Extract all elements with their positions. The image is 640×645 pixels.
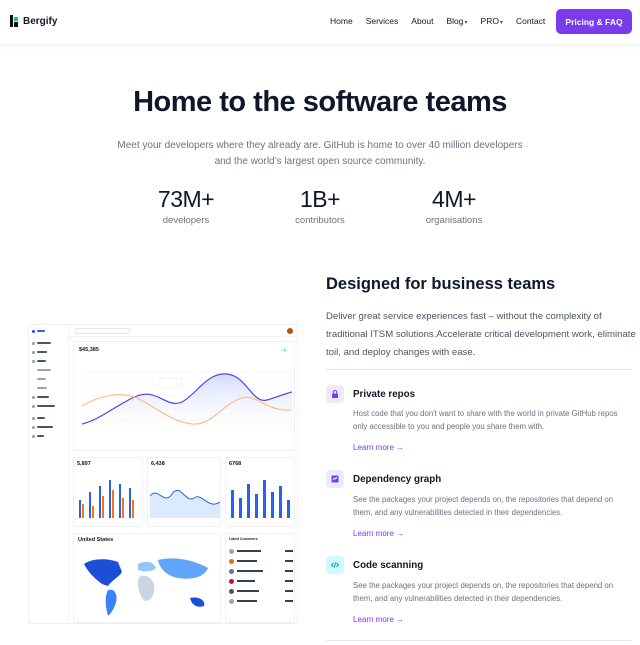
mockup-customers-card: Latest Customers (225, 533, 295, 623)
mockup-line-chart (82, 371, 292, 436)
dependency-graph-icon (326, 470, 344, 488)
features-title: Designed for business teams (326, 275, 556, 293)
code-icon (326, 556, 344, 574)
learn-more-link-private-repos[interactable]: Learn more → (353, 443, 404, 452)
stat-value: 73M+ (157, 186, 215, 212)
stat-label: developers (162, 215, 210, 226)
nav-link-contact[interactable]: Contact (516, 16, 545, 26)
mockup-map-card: United States (73, 533, 221, 623)
avatar (287, 328, 293, 334)
nav-link-about[interactable]: About (411, 16, 433, 26)
mockup-line-card: $45,385 ▲ (73, 341, 295, 451)
world-map-graphic (84, 558, 208, 616)
hero-subtitle: Meet your developers where they already … (117, 140, 523, 167)
stat-label: contributors (295, 215, 345, 226)
nav-links: Home Services About Blog▾ PRO▾ Contact (330, 16, 558, 26)
hero-title: Home to the software teams (133, 86, 507, 118)
stat-label: organisations (425, 215, 483, 226)
nav-link-services[interactable]: Services (366, 16, 399, 26)
features-description: Deliver great service experiences fast –… (326, 311, 636, 358)
chevron-down-icon: ▾ (464, 20, 468, 26)
chevron-down-icon: ▾ (499, 20, 503, 26)
feature-desc-private-repos: Host code that you don't want to share w… (353, 409, 618, 431)
mockup-topbar (69, 325, 297, 337)
learn-more-link-dependency-graph[interactable]: Learn more → (353, 529, 404, 538)
pricing-faq-button[interactable]: Pricing & FAQ (556, 9, 632, 34)
stat-value: 4M+ (432, 186, 476, 212)
lock-icon (326, 385, 344, 403)
nav-link-blog[interactable]: Blog▾ (447, 16, 468, 26)
mockup-bar-card-2: 6768 (225, 457, 295, 527)
divider (326, 369, 631, 370)
bergify-logo-icon (10, 15, 18, 27)
mockup-area-card: 6,438 (147, 457, 221, 527)
feature-title-code-scanning: Code scanning (353, 560, 424, 571)
divider (326, 640, 631, 641)
feature-desc-dependency-graph: See the packages your project depends on… (353, 495, 614, 517)
feature-title-private-repos: Private repos (353, 389, 416, 400)
stat-contributors: 1B+ contributors (260, 186, 380, 226)
nav-link-pro[interactable]: PRO▾ (481, 16, 503, 26)
mockup-sidebar (29, 325, 69, 623)
mockup-total-value: $45,385 (79, 347, 99, 353)
feature-desc-code-scanning: See the packages your project depends on… (353, 581, 614, 603)
dashboard-screenshot: $45,385 ▲ 5,897 6,438 6768 United States… (28, 324, 298, 624)
nav-link-home[interactable]: Home (330, 16, 353, 26)
stat-developers: 73M+ developers (126, 186, 246, 226)
mockup-bar-card-1: 5,897 (73, 457, 143, 527)
brand-name: Bergify (23, 15, 58, 27)
brand-logo[interactable]: Bergify (10, 15, 57, 27)
search-icon (75, 328, 130, 334)
top-navbar: Bergify Home Services About Blog▾ PRO▾ C… (0, 0, 640, 44)
learn-more-link-code-scanning[interactable]: Learn more → (353, 615, 404, 624)
feature-title-dependency-graph: Dependency graph (353, 474, 442, 485)
stat-organisations: 4M+ organisations (394, 186, 514, 226)
stat-value: 1B+ (299, 186, 341, 212)
